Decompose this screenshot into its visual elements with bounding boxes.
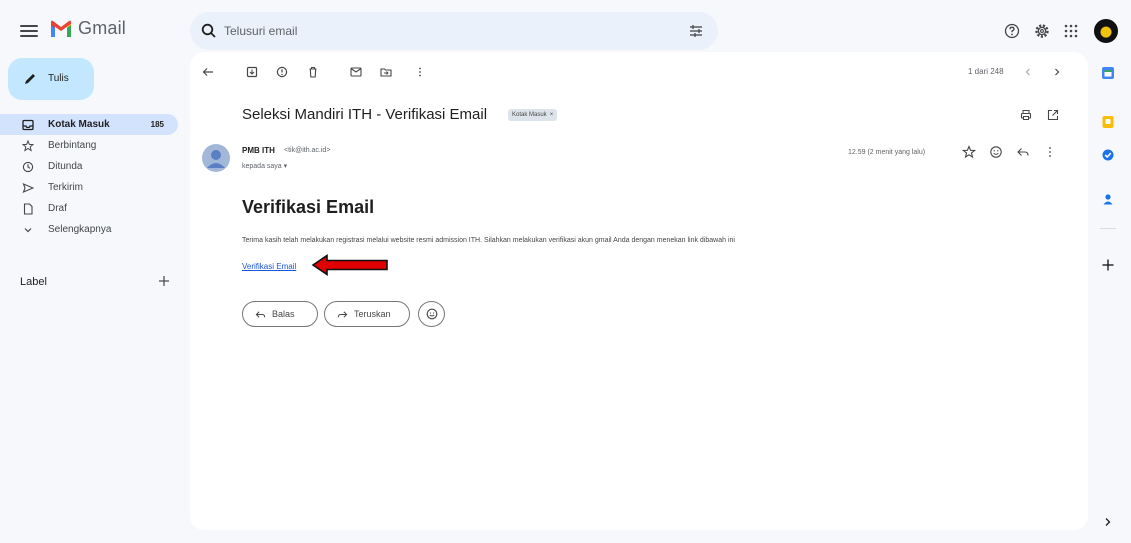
- sidebar-item-more[interactable]: Selengkapnya: [0, 219, 178, 240]
- red-arrow-annotation-icon: [311, 253, 388, 277]
- sender-email: <tik@ith.ac.id>: [284, 147, 331, 154]
- reply-button[interactable]: Balas: [242, 301, 318, 327]
- label-chip-text: Kotak Masuk: [512, 112, 547, 118]
- forward-label: Teruskan: [354, 309, 391, 319]
- sidebar-item-inbox[interactable]: Kotak Masuk 185: [0, 114, 178, 135]
- sender-name: PMB ITH: [242, 146, 275, 155]
- draft-icon: [23, 203, 33, 215]
- calendar-app-icon[interactable]: [1101, 66, 1115, 80]
- pagination-text: 1 dari 248: [968, 67, 1004, 76]
- search-bar[interactable]: [190, 12, 718, 50]
- sidebar-nav: Kotak Masuk 185 Berbintang Ditunda Terki…: [0, 114, 178, 240]
- sidebar-item-label: Ditunda: [48, 161, 83, 172]
- clock-icon: [22, 161, 34, 173]
- inbox-label-chip[interactable]: Kotak Masuk ×: [508, 109, 558, 121]
- main-menu-button[interactable]: [20, 22, 38, 40]
- compose-button[interactable]: Tulis: [8, 58, 94, 100]
- print-icon[interactable]: [1020, 109, 1032, 121]
- sidebar-item-label: Berbintang: [48, 140, 97, 151]
- star-icon: [22, 140, 34, 152]
- search-icon[interactable]: [200, 22, 218, 40]
- sidebar-item-label: Draf: [48, 203, 67, 214]
- pencil-icon: [25, 74, 35, 84]
- email-body-title: Verifikasi Email: [242, 197, 375, 217]
- star-icon[interactable]: [962, 145, 976, 159]
- gmail-logo[interactable]: Gmail: [50, 18, 126, 39]
- compose-label: Tulis: [48, 73, 69, 84]
- delete-trash-icon[interactable]: [307, 66, 319, 78]
- inbox-icon: [22, 119, 34, 131]
- app-name: Gmail: [78, 18, 127, 38]
- chevron-down-icon: [24, 228, 32, 233]
- forward-arrow-icon: [337, 310, 348, 318]
- add-addon-plus-icon[interactable]: [1101, 258, 1115, 272]
- more-vert-icon[interactable]: [414, 66, 426, 78]
- sender-avatar-icon[interactable]: [202, 144, 230, 172]
- reply-arrow-icon: [255, 310, 266, 318]
- sidebar-item-starred[interactable]: Berbintang: [0, 135, 178, 156]
- mark-unread-icon[interactable]: [350, 66, 362, 78]
- verification-link[interactable]: Verifikasi Email: [242, 262, 296, 271]
- label-chip-close[interactable]: ×: [550, 112, 554, 118]
- chevron-right-icon[interactable]: [1051, 66, 1063, 78]
- contacts-app-icon[interactable]: [1101, 192, 1115, 206]
- emoji-reaction-icon[interactable]: [989, 145, 1003, 159]
- sidebar-item-snoozed[interactable]: Ditunda: [0, 156, 178, 177]
- labels-heading: Label: [20, 276, 47, 288]
- email-body-text: Terima kasih telah melakukan registrasi …: [242, 237, 735, 244]
- search-options-icon[interactable]: [688, 23, 704, 39]
- email-timestamp: 12.59 (2 menit yang lalu): [848, 149, 926, 156]
- help-icon[interactable]: [1003, 22, 1021, 40]
- move-to-icon[interactable]: [380, 66, 392, 78]
- emoji-react-button[interactable]: [418, 301, 445, 327]
- gmail-m-icon: [51, 20, 71, 37]
- unread-count: 185: [150, 120, 164, 129]
- back-arrow-icon[interactable]: [202, 66, 214, 78]
- apps-grid-icon[interactable]: [1062, 22, 1080, 40]
- open-new-window-icon[interactable]: [1047, 109, 1059, 121]
- sidebar-item-label: Selengkapnya: [48, 224, 112, 235]
- sidebar-item-sent[interactable]: Terkirim: [0, 177, 178, 198]
- search-input[interactable]: [224, 21, 664, 41]
- report-spam-icon[interactable]: [276, 66, 288, 78]
- email-view: 1 dari 248 Seleksi Mandiri ITH - Verifik…: [190, 52, 1088, 530]
- sidebar-item-drafts[interactable]: Draf: [0, 198, 178, 219]
- account-avatar[interactable]: [1094, 19, 1118, 43]
- recipient-details[interactable]: kepada saya ▾: [242, 162, 287, 170]
- sidebar-item-label: Terkirim: [48, 182, 83, 193]
- reply-arrow-icon[interactable]: [1016, 145, 1030, 159]
- add-label-plus-icon[interactable]: [158, 275, 170, 287]
- sidebar-item-label: Kotak Masuk: [48, 119, 110, 130]
- settings-gear-icon[interactable]: [1033, 22, 1051, 40]
- emoji-icon: [426, 308, 438, 320]
- side-panel-divider: [1100, 228, 1116, 229]
- chevron-left-icon[interactable]: [1022, 66, 1034, 78]
- keep-app-icon[interactable]: [1101, 115, 1115, 129]
- expand-panel-chevron-icon[interactable]: [1101, 515, 1115, 529]
- archive-icon[interactable]: [246, 66, 258, 78]
- tasks-app-icon[interactable]: [1101, 148, 1115, 162]
- reply-label: Balas: [272, 309, 295, 319]
- email-subject: Seleksi Mandiri ITH - Verifikasi Email: [242, 106, 488, 123]
- more-vert-icon[interactable]: [1043, 145, 1057, 159]
- send-icon: [22, 182, 34, 194]
- forward-button[interactable]: Teruskan: [324, 301, 410, 327]
